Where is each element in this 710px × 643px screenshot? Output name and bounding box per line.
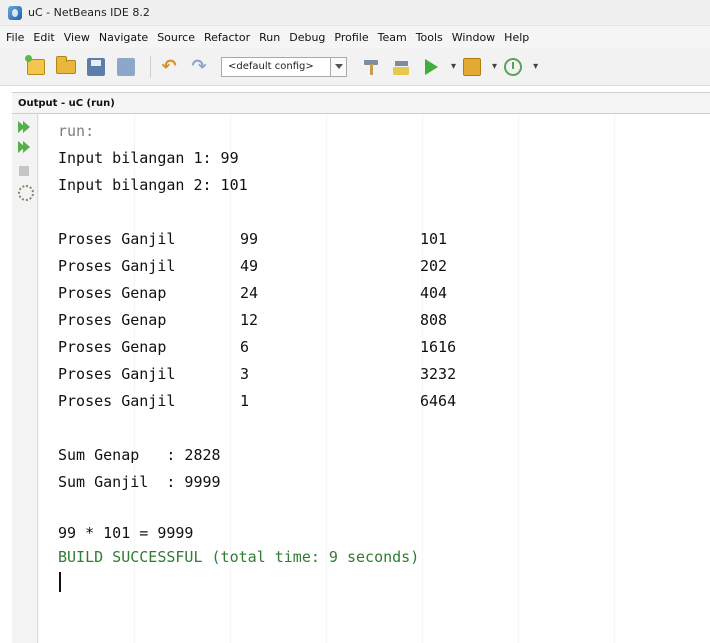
menu-navigate[interactable]: Navigate: [99, 31, 148, 44]
process-value-a: 49: [240, 257, 259, 275]
process-value-b: 6464: [420, 392, 457, 410]
configuration-dropdown-arrow[interactable]: [331, 56, 347, 77]
main-toolbar: ↶ ↷ <default config> ▾ ▾ ▾: [0, 48, 710, 86]
console-run-header: run:: [58, 122, 95, 140]
process-label: Proses Ganjil: [58, 230, 176, 248]
process-value-a: 99: [240, 230, 259, 248]
build-icon: [362, 58, 380, 76]
rerun-with-params-icon[interactable]: [17, 140, 31, 154]
text-cursor: [59, 572, 61, 592]
process-value-b: 101: [420, 230, 448, 248]
sum-ganjil-line: Sum Ganjil : 9999: [58, 473, 221, 491]
run-button[interactable]: [419, 55, 443, 79]
menu-source[interactable]: Source: [157, 31, 195, 44]
process-value-b: 808: [420, 311, 448, 329]
menu-run[interactable]: Run: [259, 31, 280, 44]
sum-genap-line: Sum Genap : 2828: [58, 446, 221, 464]
rerun-icon[interactable]: [17, 120, 31, 134]
undo-icon: ↶: [161, 55, 177, 77]
menu-help[interactable]: Help: [504, 31, 529, 44]
new-project-icon: [25, 54, 45, 75]
open-project-icon: [56, 55, 76, 74]
process-label: Proses Ganjil: [58, 365, 176, 383]
menu-profile[interactable]: Profile: [334, 31, 368, 44]
process-label: Proses Ganjil: [58, 392, 176, 410]
process-value-a: 24: [240, 284, 259, 302]
toolbar-separator: [150, 55, 151, 78]
process-label: Proses Genap: [58, 311, 167, 329]
process-label: Proses Genap: [58, 338, 167, 356]
process-label: Proses Ganjil: [58, 257, 176, 275]
run-dropdown-icon[interactable]: ▾: [451, 61, 456, 72]
save-icon: [117, 57, 135, 76]
profile-dropdown-icon[interactable]: ▾: [533, 61, 538, 72]
redo-icon: ↷: [191, 55, 207, 77]
new-project-button[interactable]: [24, 54, 48, 79]
console-input-2: Input bilangan 2: 101: [58, 176, 248, 194]
process-value-a: 6: [240, 338, 250, 356]
clean-build-icon: [392, 58, 410, 76]
process-value-b: 404: [420, 284, 448, 302]
menu-tools[interactable]: Tools: [416, 31, 443, 44]
output-console[interactable]: run: Input bilangan 1: 99 Input bilangan…: [38, 114, 710, 643]
menu-team[interactable]: Team: [378, 31, 407, 44]
menu-debug[interactable]: Debug: [289, 31, 325, 44]
menu-file[interactable]: File: [6, 31, 24, 44]
debug-icon: [463, 57, 482, 76]
save-button[interactable]: [114, 55, 138, 79]
build-button[interactable]: [359, 55, 383, 79]
redo-button[interactable]: ↷: [187, 55, 211, 79]
clean-build-button[interactable]: [389, 55, 413, 79]
process-value-a: 3: [240, 365, 250, 383]
netbeans-app-icon: [8, 5, 22, 20]
process-label: Proses Genap: [58, 284, 167, 302]
open-project-button[interactable]: [54, 55, 78, 79]
menu-edit[interactable]: Edit: [33, 31, 54, 44]
build-status-line: BUILD SUCCESSFUL (total time: 9 seconds): [58, 548, 420, 566]
output-tab-bar: Output - uC (run): [12, 92, 710, 114]
title-bar: uC - NetBeans IDE 8.2: [0, 0, 710, 26]
process-value-b: 3232: [420, 365, 457, 383]
menu-view[interactable]: View: [64, 31, 90, 44]
menu-bar: File Edit View Navigate Source Refactor …: [0, 26, 710, 48]
run-icon: [424, 58, 438, 75]
result-line: 99 * 101 = 9999: [58, 524, 194, 542]
window-title: uC - NetBeans IDE 8.2: [28, 6, 150, 19]
save-all-icon: [87, 57, 105, 76]
profile-button[interactable]: [501, 55, 525, 79]
menu-refactor[interactable]: Refactor: [204, 31, 250, 44]
process-value-a: 1: [240, 392, 250, 410]
save-all-button[interactable]: [84, 55, 108, 79]
console-input-1: Input bilangan 1: 99: [58, 149, 239, 167]
profile-icon: [504, 57, 523, 76]
debug-button[interactable]: [460, 55, 484, 79]
debug-dropdown-icon[interactable]: ▾: [492, 61, 497, 72]
process-value-a: 12: [240, 311, 259, 329]
settings-icon[interactable]: [17, 184, 34, 201]
menu-window[interactable]: Window: [452, 31, 495, 44]
configuration-select[interactable]: <default config>: [221, 56, 331, 77]
chevron-down-icon: [334, 64, 343, 69]
process-value-b: 202: [420, 257, 448, 275]
undo-button[interactable]: ↶: [157, 55, 181, 79]
stop-icon[interactable]: [17, 164, 31, 178]
process-value-b: 1616: [420, 338, 457, 356]
output-gutter: [12, 114, 38, 643]
output-tab[interactable]: Output - uC (run): [18, 98, 115, 109]
